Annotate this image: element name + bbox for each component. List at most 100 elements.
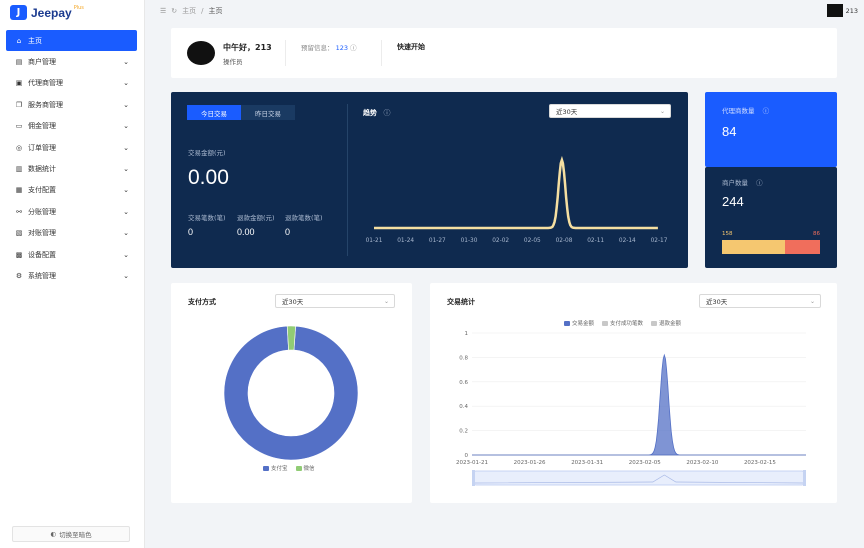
sidebar-item-label: 代理商管理 [28, 79, 63, 88]
topbar: ☰ ↻ 主页 / 主页 213 [146, 0, 864, 22]
sidebar-item-stats[interactable]: ▥ 数据统计 ⌄ [6, 158, 137, 179]
theme-toggle-button[interactable]: ◐ 切换至暗色 [12, 526, 130, 542]
reconcile-icon: ▧ [15, 229, 23, 238]
trend-x-tick: 02-08 [556, 238, 573, 244]
info-icon[interactable]: ⓘ [756, 179, 763, 187]
avatar [187, 41, 215, 65]
sidebar-item-system[interactable]: ⚙ 系统管理 ⌄ [6, 265, 137, 286]
chevron-down-icon: ⌄ [123, 229, 129, 238]
payment-method-title: 支付方式 [188, 298, 216, 306]
sidebar-item-label: 对账管理 [28, 229, 56, 238]
trend-chart: 01-21 01-24 01-27 01-30 02-02 02-05 02-08 02-11… [366, 155, 668, 244]
breadcrumb-separator: / [201, 7, 204, 15]
sidebar-item-label: 主页 [28, 36, 42, 45]
split-icon: ⚯ [16, 207, 22, 216]
x-tick: 2023-01-31 [571, 460, 603, 466]
order-icon: ◎ [15, 143, 23, 152]
sidebar-item-split[interactable]: ⚯ 分账管理 ⌄ [6, 201, 137, 222]
payment-pie-chart [223, 325, 359, 461]
sidebar-item-provider[interactable]: ❐ 服务商管理 ⌄ [6, 94, 137, 115]
zoom-handle-right[interactable] [803, 470, 806, 486]
chevron-down-icon: ⌄ [123, 207, 129, 216]
user-menu[interactable]: 213 [826, 4, 858, 17]
sidebar-item-store[interactable]: ▤ 商户管理 ⌄ [6, 51, 137, 72]
quick-start-title: 快速开始 [397, 43, 425, 51]
legend-item[interactable]: 微信 [295, 464, 315, 472]
logo-text: Jeepay [31, 5, 72, 20]
sidebar-item-label: 商户管理 [28, 58, 56, 67]
payment-range-value: 近30天 [282, 298, 304, 306]
chevron-down-icon: ⌄ [123, 250, 129, 259]
y-tick: 0.2 [459, 429, 468, 435]
device-icon: ▩ [15, 250, 23, 259]
pie-slice-1[interactable] [286, 325, 296, 351]
chevron-down-icon: ⌄ [383, 297, 389, 305]
bar-right-label: 86 [813, 231, 820, 237]
sidebar-item-commission[interactable]: ▭ 佣金管理 ⌄ [6, 116, 137, 137]
x-tick: 2023-01-26 [514, 460, 546, 466]
merchant-count-label: 商户数量 ⓘ [722, 177, 763, 187]
sidebar-item-label: 系统管理 [28, 271, 56, 280]
breadcrumb-home[interactable]: 主页 [182, 6, 196, 16]
logo[interactable]: J Jeepay Plus [10, 5, 84, 20]
stats-area-chart: 0 0.2 0.4 0.6 0.8 1 2023-01-21 2023-01-26 2023-0… [456, 331, 806, 486]
reserved-info: 预留信息： 123 ⓘ [301, 42, 357, 52]
sidebar-item-pay-config[interactable]: ▦ 支付配置 ⌄ [6, 180, 137, 201]
transaction-stats-card: 交易统计 近30天 ⌄ 交易金额 支付成功笔数 退款金额 0 0.2 0.4 0.6 0.8… [430, 283, 837, 503]
chevron-down-icon: ⌄ [123, 79, 129, 88]
sidebar-item-agent[interactable]: ▣ 代理商管理 ⌄ [6, 73, 137, 94]
sidebar-item-home[interactable]: ⌂ 主页 [6, 30, 137, 52]
username: 213 [845, 6, 858, 15]
legend-item[interactable]: 支付宝 [263, 464, 288, 472]
refresh-icon[interactable]: ↻ [171, 7, 177, 15]
sidebar-item-device[interactable]: ▩ 设备配置 ⌄ [6, 244, 137, 265]
sidebar-item-label: 分账管理 [28, 207, 56, 216]
sidebar-item-label: 佣金管理 [28, 122, 56, 131]
zoom-handle-left[interactable] [472, 470, 475, 486]
x-tick: 2023-02-05 [629, 460, 661, 466]
sidebar-item-label: 数据统计 [28, 165, 56, 174]
sidebar-item-label: 支付配置 [28, 186, 56, 195]
chevron-down-icon: ⌄ [123, 143, 129, 152]
legend-label: 微信 [303, 466, 315, 472]
chevron-down-icon: ⌄ [123, 186, 129, 195]
agent-count-value: 84 [722, 124, 737, 139]
sidebar-item-label: 设备配置 [28, 250, 56, 259]
theme-toggle-label: 切换至暗色 [59, 531, 92, 539]
menu-collapse-icon[interactable]: ☰ [160, 7, 166, 15]
theme-icon: ◐ [50, 530, 57, 538]
breadcrumb-current: 主页 [208, 7, 223, 15]
reserved-info-value: 123 [335, 44, 348, 52]
sidebar-item-label: 订单管理 [28, 143, 56, 152]
trend-line [374, 155, 658, 230]
trend-x-tick: 02-05 [524, 238, 541, 244]
info-icon[interactable]: ⓘ [350, 44, 357, 52]
store-icon: ▤ [15, 58, 23, 67]
trend-x-tick: 01-24 [397, 238, 414, 244]
trend-x-tick: 02-14 [619, 238, 636, 244]
trend-x-tick: 01-21 [366, 238, 383, 244]
merchant-count-card: 商户数量 ⓘ 244 158 86 [705, 167, 837, 268]
agent-count-label-text: 代理商数量 [722, 107, 755, 115]
legend-swatch [295, 466, 302, 471]
merchant-count-label-text: 商户数量 [722, 179, 748, 187]
commission-icon: ▭ [15, 122, 23, 131]
trend-x-tick: 02-17 [651, 238, 668, 244]
x-tick: 2023-01-21 [456, 460, 488, 466]
y-tick: 0.4 [459, 404, 468, 410]
payment-range-select[interactable]: 近30天 ⌄ [275, 294, 395, 308]
sidebar-item-reconcile[interactable]: ▧ 对账管理 ⌄ [6, 223, 137, 244]
pay-config-icon: ▦ [15, 186, 23, 195]
divider [381, 40, 382, 66]
divider [285, 40, 286, 66]
agent-count-card: 代理商数量 ⓘ 84 [705, 92, 837, 167]
ratio-bar-right [785, 240, 820, 254]
sidebar-item-label: 服务商管理 [28, 100, 63, 109]
sidebar-item-order[interactable]: ◎ 订单管理 ⌄ [6, 137, 137, 158]
logo-mark: J [10, 5, 27, 20]
agent-icon: ▣ [15, 79, 23, 88]
legend-label: 支付宝 [271, 466, 288, 472]
info-icon[interactable]: ⓘ [763, 107, 770, 115]
user-avatar [826, 4, 843, 17]
ratio-bar-left [722, 240, 786, 254]
